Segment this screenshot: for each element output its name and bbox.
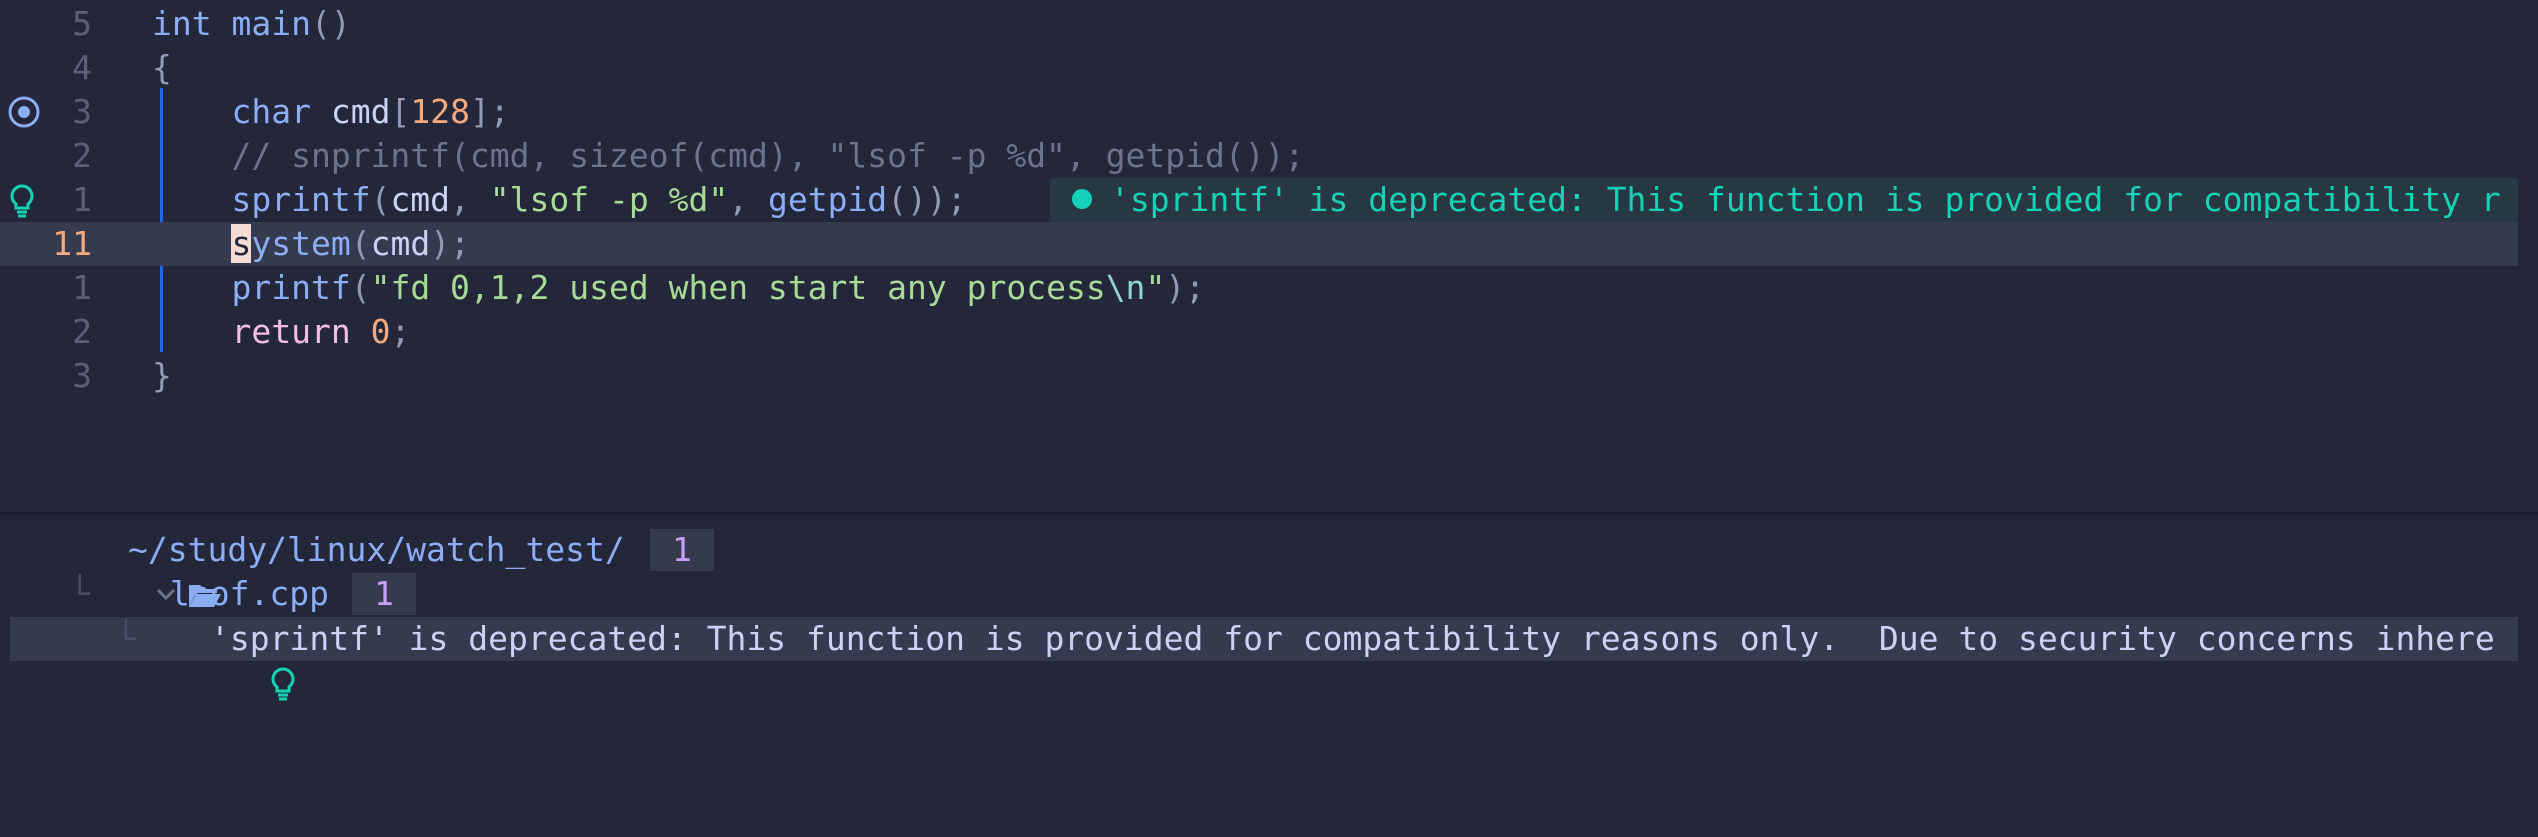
code-token: ()); — [887, 180, 967, 219]
code-editor[interactable]: 5 int main() 4{3 char cmd[128]; 2 // snprin… — [0, 0, 2538, 512]
code-token: main — [231, 4, 311, 43]
text-cursor: s — [231, 224, 252, 263]
code-text: { — [152, 46, 172, 90]
code-text: // snprintf(cmd, sizeof(cmd), "lsof -p %… — [152, 134, 1304, 178]
code-token: , — [728, 180, 768, 219]
code-token: "lsof -p %d" — [489, 180, 729, 219]
line-number: 5 — [72, 4, 92, 43]
directory-count-badge: 1 — [650, 529, 714, 571]
file-count-badge: 1 — [352, 573, 416, 615]
line-number: 1 — [72, 268, 92, 307]
code-line[interactable]: 3} — [0, 354, 2538, 398]
code-token: ); — [430, 224, 470, 263]
code-token: ); — [1165, 268, 1206, 307]
diagnostic-dot-icon — [1072, 188, 1092, 209]
code-line[interactable]: 2 return 0; — [0, 310, 2538, 354]
breakpoint-icon[interactable] — [6, 94, 42, 130]
code-token: char — [231, 92, 311, 131]
code-token: { — [152, 48, 172, 87]
code-line[interactable]: 1 printf("fd 0,1,2 used when start any p… — [0, 266, 2538, 310]
lightbulb-icon[interactable] — [6, 182, 42, 218]
code-token: cmd — [370, 224, 431, 263]
line-number: 4 — [72, 48, 92, 87]
code-token: ]; — [469, 92, 510, 131]
code-token: [ — [390, 92, 411, 131]
tree-connector: └ — [70, 574, 90, 613]
code-token: ( — [350, 224, 371, 263]
code-token: ( — [350, 268, 371, 307]
file-name: lsof.cpp — [170, 574, 329, 613]
code-token: \n — [1105, 268, 1146, 307]
code-token: cmd — [310, 92, 391, 131]
line-number: 2 — [72, 136, 92, 175]
directory-path: ~/study/linux/watch_test/ — [128, 530, 625, 569]
diagnostics-panel[interactable]: ~/study/linux/watch_test/ 1 └ C++ lsof.c… — [0, 515, 2538, 732]
tree-row-directory[interactable]: ~/study/linux/watch_test/ 1 — [0, 528, 2538, 607]
inline-diagnostic: 'sprintf' is deprecated: This function i… — [1072, 178, 2501, 222]
code-text: int main() — [152, 2, 351, 46]
line-number: 1 — [72, 180, 92, 219]
line-number: 3 — [72, 356, 92, 395]
code-line[interactable]: 2 // snprintf(cmd, sizeof(cmd), "lsof -p… — [0, 134, 2538, 178]
code-text: system(cmd); — [152, 222, 470, 266]
code-token: getpid — [767, 180, 888, 219]
tree-row-diagnostic[interactable]: └ 'sprintf' is deprecated: This function… — [10, 617, 2518, 701]
code-text: char cmd[128]; — [152, 90, 510, 134]
code-token: , — [450, 180, 490, 219]
line-number: 3 — [72, 92, 92, 131]
line-number: 2 — [72, 312, 92, 351]
code-line[interactable]: 5 int main() — [0, 2, 2538, 46]
line-number: 11 — [52, 224, 92, 263]
code-text: sprintf(cmd, "lsof -p %d", getpid()); — [152, 178, 967, 222]
code-token: 128 — [410, 92, 470, 131]
code-line[interactable]: 11 system(cmd); — [0, 222, 2518, 266]
code-text: return 0; — [152, 310, 410, 354]
tree-row-file[interactable]: └ C++ lsof.cpp 1 — [0, 572, 2538, 651]
code-token: } — [152, 356, 172, 395]
code-token: ystem — [251, 224, 351, 263]
inline-diagnostic-text: 'sprintf' is deprecated: This function i… — [1110, 180, 2501, 219]
code-line[interactable]: 3 char cmd[128]; — [0, 90, 2538, 134]
code-token: ( — [370, 180, 391, 219]
diagnostic-message: 'sprintf' is deprecated: This function i… — [210, 619, 2495, 658]
code-text: printf("fd 0,1,2 used when start any pro… — [152, 266, 1205, 310]
code-token: "fd 0,1,2 used when start any process — [370, 268, 1106, 307]
code-token: " — [1145, 268, 1166, 307]
code-token: 0 — [370, 312, 391, 351]
code-token: return — [231, 312, 351, 351]
code-token: ; — [390, 312, 411, 351]
code-token: printf — [231, 268, 351, 307]
code-line[interactable]: 1 sprintf(cmd, "lsof -p %d", getpid()); '… — [0, 178, 2538, 222]
code-token: sprintf — [231, 180, 371, 219]
code-line[interactable]: 4{ — [0, 46, 2538, 90]
code-token: () — [310, 4, 351, 43]
code-token: int — [152, 4, 212, 43]
code-text: } — [152, 354, 172, 398]
tree-connector: └ — [116, 619, 136, 658]
code-token: // snprintf(cmd, sizeof(cmd), "lsof -p %… — [231, 136, 1305, 175]
code-token: cmd — [390, 180, 451, 219]
